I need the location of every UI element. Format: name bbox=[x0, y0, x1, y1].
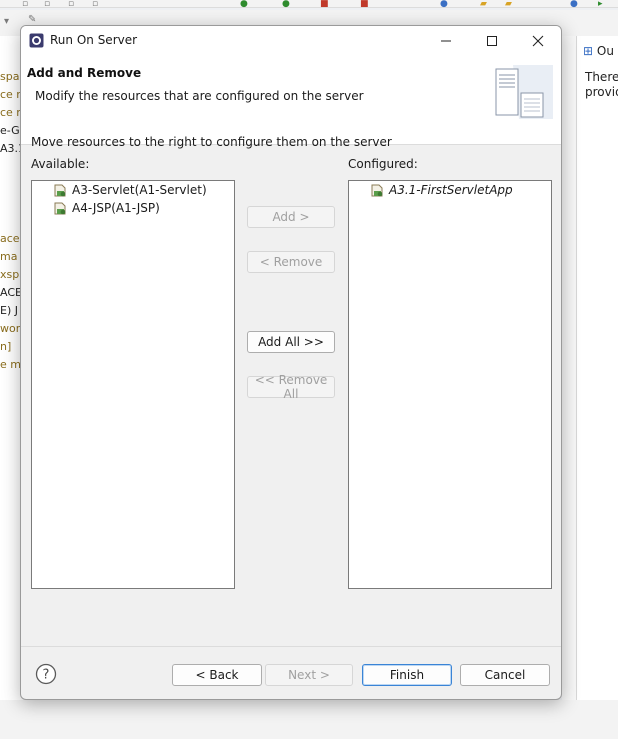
toolbar-icon[interactable]: ■ bbox=[360, 0, 369, 9]
list-item[interactable]: A4-JSP(A1-JSP) bbox=[52, 199, 160, 217]
explorer-fragment: e-Gw bbox=[0, 124, 22, 137]
dialog-titlebar[interactable]: Run On Server bbox=[21, 26, 561, 55]
dialog-title: Run On Server bbox=[50, 33, 138, 47]
outline-tab-label: Ou bbox=[596, 44, 614, 58]
toolbar-icon[interactable]: ▫ bbox=[22, 0, 28, 9]
outline-panel bbox=[576, 36, 618, 739]
minimize-button[interactable] bbox=[423, 26, 469, 55]
run-icon[interactable]: ● bbox=[240, 0, 248, 9]
outline-icon: ⊞ bbox=[583, 44, 597, 58]
close-icon bbox=[532, 35, 544, 46]
list-item-label: A4-JSP(A1-JSP) bbox=[72, 201, 160, 215]
ide-toolbar: ▫ ▫ ▫ ▫ ● ● ■ ■ ● ▰ ▰ ● ▸ bbox=[0, 0, 618, 9]
eclipse-app-icon bbox=[29, 33, 44, 48]
close-button[interactable] bbox=[515, 26, 561, 55]
toolbar-icon[interactable]: ▸ bbox=[598, 0, 603, 9]
add-button[interactable]: Add > bbox=[247, 206, 335, 228]
explorer-fragment: e ma bbox=[0, 358, 22, 371]
run-icon[interactable]: ● bbox=[282, 0, 290, 9]
explorer-fragment: E) J bbox=[0, 304, 18, 317]
remove-all-button[interactable]: << Remove All bbox=[247, 373, 335, 401]
toolbar-icon[interactable]: ● bbox=[570, 0, 578, 9]
explorer-fragment: ace bbox=[0, 232, 20, 245]
toolbar-icon[interactable]: ▫ bbox=[68, 0, 74, 9]
folder-icon[interactable]: ▰ bbox=[480, 0, 487, 9]
explorer-fragment: ce m bbox=[0, 88, 22, 101]
project-icon bbox=[54, 184, 66, 197]
configured-label: Configured: bbox=[348, 157, 418, 171]
toolbar-icon[interactable]: ■ bbox=[320, 0, 329, 9]
available-label: Available: bbox=[31, 157, 90, 171]
outline-message-line: There i bbox=[585, 70, 618, 84]
svg-text:?: ? bbox=[43, 668, 50, 683]
toolbar-icon[interactable]: ✎ bbox=[28, 15, 36, 25]
finish-button[interactable]: Finish bbox=[362, 664, 452, 686]
list-item[interactable]: A3-Servlet(A1-Servlet) bbox=[52, 181, 207, 199]
ide-bottom-area bbox=[0, 700, 618, 739]
project-icon bbox=[371, 184, 383, 197]
maximize-button[interactable] bbox=[469, 26, 515, 55]
cancel-button[interactable]: Cancel bbox=[460, 664, 550, 686]
server-wizard-icon bbox=[495, 65, 553, 119]
add-all-button[interactable]: Add All >> bbox=[247, 331, 335, 353]
explorer-fragment: work bbox=[0, 322, 22, 335]
footer-separator bbox=[21, 646, 561, 647]
explorer-fragment: xspa bbox=[0, 268, 22, 281]
minimize-icon bbox=[441, 40, 451, 41]
page-title: Add and Remove bbox=[27, 66, 142, 80]
list-item-label: A3-Servlet(A1-Servlet) bbox=[72, 183, 207, 197]
outline-message: There i provid bbox=[585, 70, 618, 100]
chevron-down-icon[interactable]: ▾ bbox=[4, 17, 9, 27]
project-icon bbox=[54, 202, 66, 215]
outline-tab[interactable]: ⊞ Ou bbox=[583, 44, 614, 58]
list-item-label: A3.1-FirstServletApp bbox=[389, 183, 513, 197]
outline-message-line: provid bbox=[585, 85, 618, 99]
help-icon[interactable]: ? bbox=[35, 663, 57, 685]
maximize-icon bbox=[487, 35, 497, 46]
folder-icon[interactable]: ▰ bbox=[505, 0, 512, 9]
explorer-fragment: ce m bbox=[0, 106, 22, 119]
list-item[interactable]: A3.1-FirstServletApp bbox=[369, 181, 513, 199]
explorer-fragment: A3.1 bbox=[0, 142, 22, 155]
remove-button[interactable]: < Remove bbox=[247, 251, 335, 273]
explorer-fragment: ACE bbox=[0, 286, 22, 299]
instruction-text: Move resources to the right to configure… bbox=[31, 135, 392, 149]
run-on-server-dialog: Run On Server Add and Remove Modify the … bbox=[20, 25, 562, 700]
available-list[interactable]: A3-Servlet(A1-Servlet) A4-JSP(A1-JSP) bbox=[31, 180, 235, 589]
toolbar-icon[interactable]: ● bbox=[440, 0, 448, 9]
configured-list[interactable]: A3.1-FirstServletApp bbox=[348, 180, 552, 589]
next-button[interactable]: Next > bbox=[265, 664, 353, 686]
toolbar-icon[interactable]: ▫ bbox=[92, 0, 98, 9]
toolbar-icon[interactable]: ▫ bbox=[44, 0, 50, 9]
wizard-header: Add and Remove Modify the resources that… bbox=[21, 55, 561, 145]
back-button[interactable]: < Back bbox=[172, 664, 262, 686]
explorer-fragment: spac bbox=[0, 70, 22, 83]
explorer-fragment: n] bbox=[0, 340, 12, 353]
explorer-fragment: ma bbox=[0, 250, 18, 263]
page-description: Modify the resources that are configured… bbox=[35, 89, 364, 103]
